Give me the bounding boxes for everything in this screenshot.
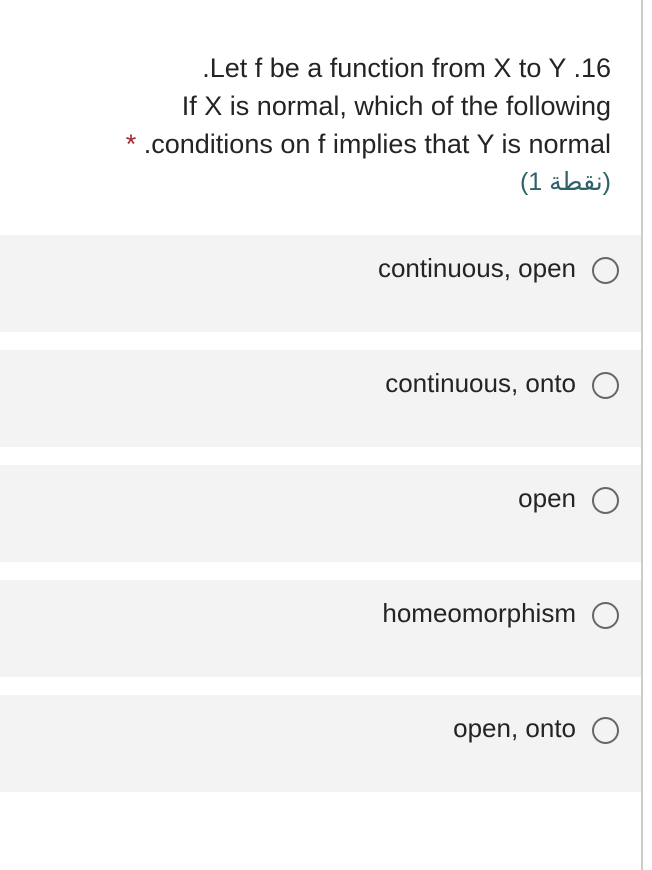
option-4[interactable]: homeomorphism <box>0 580 641 677</box>
question-text: .Let f be a function from X to Y .16 If … <box>0 50 611 163</box>
option-label: open, onto <box>453 713 576 744</box>
option-label: open <box>518 483 576 514</box>
radio-icon <box>592 257 619 284</box>
option-label: homeomorphism <box>382 598 576 629</box>
option-1[interactable]: continuous, open <box>0 235 641 332</box>
radio-icon <box>592 717 619 744</box>
option-2[interactable]: continuous, onto <box>0 350 641 447</box>
question-block: .Let f be a function from X to Y .16 If … <box>0 50 641 197</box>
question-line2: If X is normal, which of the following <box>182 91 611 121</box>
form-container: .Let f be a function from X to Y .16 If … <box>0 0 643 870</box>
radio-icon <box>592 372 619 399</box>
radio-icon <box>592 602 619 629</box>
question-line3: .conditions on f implies that Y is norma… <box>144 129 611 159</box>
required-asterisk: * <box>126 129 137 159</box>
radio-icon <box>592 487 619 514</box>
question-line1: .Let f be a function from X to Y <box>202 53 566 83</box>
points-label: (1 نقطة) <box>0 167 611 197</box>
option-label: continuous, open <box>378 253 576 284</box>
option-3[interactable]: open <box>0 465 641 562</box>
option-label: continuous, onto <box>385 368 576 399</box>
option-5[interactable]: open, onto <box>0 695 641 792</box>
question-number: .16 <box>573 53 611 83</box>
